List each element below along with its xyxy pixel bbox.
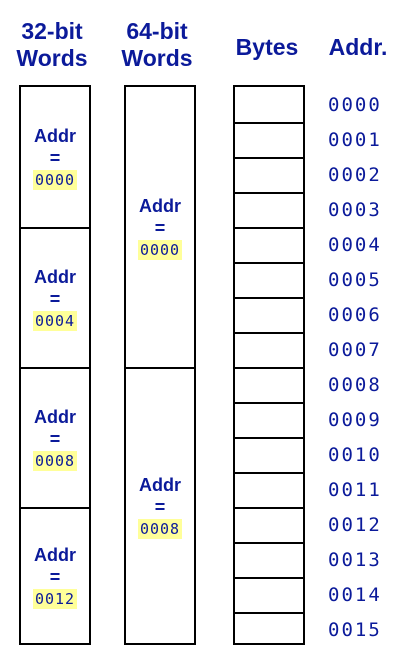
byte-address: 0015 [328,619,382,641]
byte-cell [235,507,303,542]
word32-cell: Addr = 0004 [21,227,89,367]
byte-address: 0000 [328,94,382,116]
byte-cell [235,437,303,472]
word64-addr-label: Addr [139,195,181,216]
words32-column: Addr = 0000 Addr = 0004 Addr = 0008 Addr… [19,85,91,645]
byte-address: 0010 [328,444,382,466]
header-64bit-line2: Words [121,45,193,71]
word32-addr-label: Addr [34,266,76,287]
word32-addr-label: Addr [34,544,76,565]
header-64bit-line1: 64-bit [126,18,188,44]
byte-address: 0012 [328,514,382,536]
byte-address: 0003 [328,199,382,221]
byte-address: 0002 [328,164,382,186]
word32-addr-value: 0004 [32,310,78,331]
byte-cell [235,402,303,437]
word32-cell: Addr = 0000 [21,87,89,227]
word64-addr-label: Addr [139,474,181,495]
byte-address: 0014 [328,584,382,606]
byte-address: 0005 [328,269,382,291]
byte-address: 0004 [328,234,382,256]
byte-address: 0007 [328,339,382,361]
word32-eq: = [49,147,61,168]
byte-address: 0009 [328,409,382,431]
byte-address: 0001 [328,129,382,151]
bytes-column [233,85,305,645]
byte-cell [235,122,303,157]
byte-address: 0008 [328,374,382,396]
byte-cell [235,157,303,192]
word32-eq: = [49,566,61,587]
byte-cell [235,192,303,227]
byte-cell [235,542,303,577]
byte-address: 0006 [328,304,382,326]
word64-cell: Addr = 0008 [126,367,194,643]
word32-addr-value: 0012 [32,588,78,609]
header-bytes: Bytes [222,34,312,61]
header-bytes-label: Bytes [235,34,299,60]
byte-cell [235,577,303,612]
header-32bit-line2: Words [16,45,88,71]
word64-addr-value: 0008 [137,518,183,539]
byte-cell [235,332,303,367]
word64-eq: = [154,217,166,238]
header-addr-label: Addr. [328,34,388,60]
word32-addr-label: Addr [34,125,76,146]
header-32bit-words: 32-bit Words [6,18,98,72]
byte-cell [235,87,303,122]
header-addr: Addr. [318,34,398,61]
word32-addr-value: 0008 [32,450,78,471]
byte-cell [235,262,303,297]
header-64bit-words: 64-bit Words [111,18,203,72]
word32-eq: = [49,288,61,309]
word32-addr-label: Addr [34,406,76,427]
byte-cell [235,612,303,647]
word64-eq: = [154,496,166,517]
byte-address: 0013 [328,549,382,571]
word32-addr-value: 0000 [32,169,78,190]
word64-addr-value: 0000 [137,239,183,260]
byte-address: 0011 [328,479,382,501]
header-32bit-line1: 32-bit [21,18,83,44]
word64-cell: Addr = 0000 [126,87,194,367]
byte-cell [235,297,303,332]
word32-cell: Addr = 0012 [21,507,89,643]
byte-cell [235,472,303,507]
byte-cell [235,227,303,262]
words64-column: Addr = 0000 Addr = 0008 [124,85,196,645]
word32-cell: Addr = 0008 [21,367,89,507]
word32-eq: = [49,428,61,449]
byte-cell [235,367,303,402]
